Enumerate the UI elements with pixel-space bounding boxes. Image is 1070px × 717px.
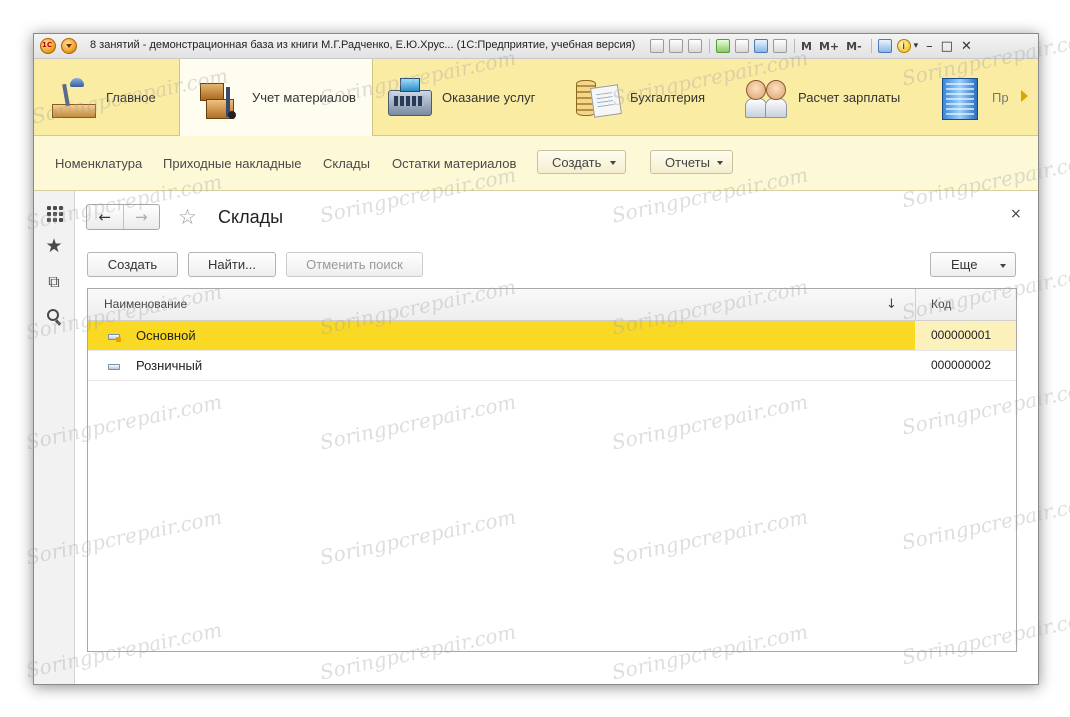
scroll-right-icon[interactable] [1021,90,1028,102]
warehouses-table: Наименование ↓ Код Основной 000000001 Ро… [87,288,1017,652]
main-item-icon [108,334,121,342]
building-icon [936,76,982,120]
cash-register-icon [386,76,432,118]
print-icon[interactable] [669,39,683,53]
favorites-icon[interactable] [735,39,749,53]
sections-panel: Главное Учет материалов Оказание услуг Б… [34,59,1038,136]
separator [870,39,872,53]
calendar-icon[interactable] [773,39,787,53]
link-balances[interactable]: Остатки материалов [392,156,516,171]
cancel-search-button[interactable]: Отменить поиск [286,252,423,277]
function-panel: Номенклатура Приходные накладные Склады … [34,136,1038,191]
forward-arrow-icon[interactable]: → [124,205,160,229]
info-icon[interactable]: i [896,39,911,53]
table-row[interactable]: Розничный 000000002 [88,351,1016,381]
maximize-button[interactable]: □ [941,39,953,54]
more-label: Еще [951,257,978,272]
info-dropdown-icon[interactable]: ▾ [914,41,919,51]
save-icon[interactable] [650,39,664,53]
layout-icon[interactable] [877,39,892,53]
section-label: Главное [106,89,156,105]
memory-minus-button[interactable]: M- [846,40,862,53]
section-label: Бухгалтерия [630,89,706,105]
main-menu-icon[interactable] [61,38,77,54]
link-warehouses[interactable]: Склады [323,156,370,171]
cell-name: Розничный [136,358,203,373]
close-window-button[interactable]: ✕ [961,39,972,54]
more-button[interactable]: Еще [930,252,1016,277]
find-button[interactable]: Найти... [188,252,276,277]
create-button[interactable]: Создать [87,252,178,277]
section-payroll[interactable]: Расчет зарплаты [742,59,900,135]
create-menu-button[interactable]: Создать [537,150,626,174]
page-title: Склады [218,207,284,227]
tools-panel: ★ ⧉ [34,191,75,684]
separator [794,39,795,53]
cell-code: 000000002 [931,358,992,372]
favorites-add-icon[interactable] [716,39,730,53]
section-label: Оказание услуг [442,89,536,105]
sections-menu-icon[interactable] [45,204,63,222]
titlebar-tools: M M+ M- i ▾ – □ ✕ [650,37,972,55]
section-label: Пр [992,89,1009,105]
separator [709,39,710,53]
coins-ledger-icon [574,76,622,118]
employees-icon [742,76,788,118]
section-enterprise[interactable]: Пр [936,59,1009,135]
table-row[interactable]: Основной 000000001 [88,321,1016,351]
column-header-code[interactable]: Код [931,289,951,320]
column-divider[interactable] [915,289,916,320]
chevron-down-icon [1000,264,1006,268]
link-receipts[interactable]: Приходные накладные [163,156,301,171]
section-label: Расчет зарплаты [798,89,901,105]
item-icon [108,364,120,370]
back-arrow-icon[interactable]: ← [87,205,124,229]
close-form-button[interactable]: × [1010,206,1022,222]
sort-arrow-icon: ↓ [886,297,897,312]
reports-menu-button[interactable]: Отчеты [650,150,733,174]
favorite-star-icon[interactable]: ☆ [178,205,197,229]
app-logo-icon[interactable] [40,38,56,54]
list-form: ← → ☆ Склады × Создать Найти... Отменить… [75,191,1038,684]
window-title: 8 занятий - демонстрационная база из кни… [90,39,636,51]
cell-name: Основной [136,328,196,343]
table-header: Наименование ↓ Код [88,289,1016,321]
calculator-icon[interactable] [754,39,768,53]
chevron-down-icon [610,161,616,165]
memory-plus-button[interactable]: M+ [819,40,839,53]
cell-code: 000000001 [931,328,992,342]
section-services[interactable]: Оказание услуг [386,59,535,135]
reports-menu-label: Отчеты [665,154,710,170]
search-icon[interactable] [45,308,63,326]
title-bar: 8 занятий - демонстрационная база из кни… [34,34,1038,59]
column-header-name[interactable]: Наименование [104,289,187,320]
desk-lamp-icon [50,76,96,118]
link-nomenclature[interactable]: Номенклатура [55,156,142,171]
section-materials[interactable]: Учет материалов [179,59,373,136]
favorites-star-icon[interactable]: ★ [45,237,63,256]
app-window: 8 занятий - демонстрационная база из кни… [33,33,1039,685]
section-label: Учет материалов [252,90,356,105]
minimize-button[interactable]: – [926,39,933,54]
memory-button[interactable]: M [801,40,812,53]
boxes-cart-icon [196,77,242,119]
preview-icon[interactable] [688,39,702,53]
chevron-down-icon [717,161,723,165]
section-accounting[interactable]: Бухгалтерия [574,59,705,135]
section-main[interactable]: Главное [50,59,156,135]
history-icon[interactable]: ⧉ [45,273,63,291]
navigation-buttons: ← → [86,204,160,230]
create-menu-label: Создать [552,154,602,170]
